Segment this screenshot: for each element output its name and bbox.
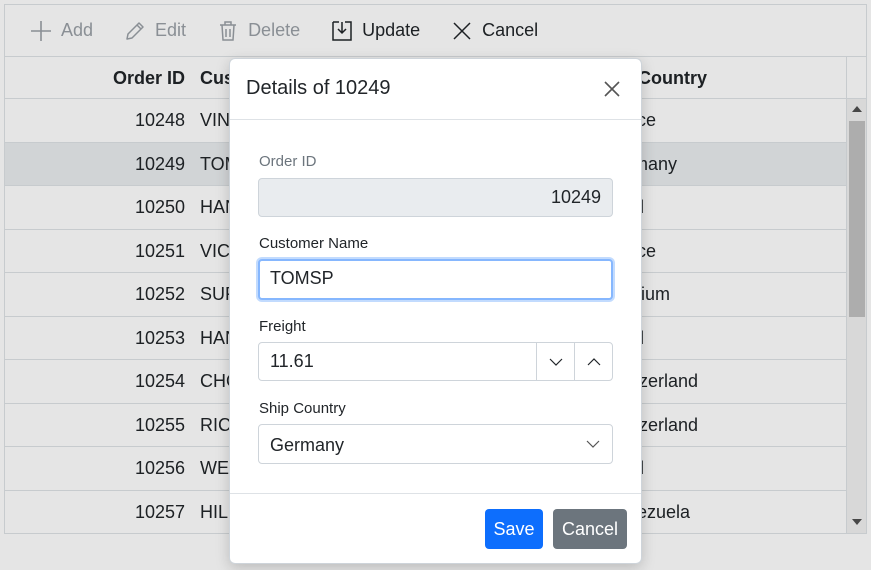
edit-dialog: Details of 10249 Order ID 10249 Customer… xyxy=(229,58,642,564)
order-id-field: 10249 xyxy=(258,178,613,217)
ship-country-label: Ship Country xyxy=(259,400,346,417)
ship-country-dropdown[interactable]: Germany xyxy=(258,424,613,464)
ship-country-value: Germany xyxy=(270,435,345,455)
freight-numeric-field[interactable]: 11.61 xyxy=(258,342,613,381)
chevron-up-icon xyxy=(587,357,600,365)
save-button[interactable]: Save xyxy=(485,509,543,549)
dialog-footer: Save Cancel xyxy=(230,493,641,563)
freight-label: Freight xyxy=(259,318,306,335)
cancel-button[interactable]: Cancel xyxy=(553,509,627,549)
freight-value: 11.61 xyxy=(270,351,314,371)
dialog-content: Order ID 10249 Customer Name TOMSP Freig… xyxy=(230,120,641,493)
chevron-down-icon xyxy=(586,440,600,448)
customer-name-label: Customer Name xyxy=(259,235,369,252)
order-id-label: Order ID xyxy=(259,153,317,170)
dialog-header: Details of 10249 xyxy=(230,59,641,120)
freight-increment-button[interactable] xyxy=(574,343,612,380)
close-icon[interactable] xyxy=(600,77,624,101)
customer-name-field[interactable]: TOMSP xyxy=(258,259,613,300)
chevron-down-icon xyxy=(549,358,562,366)
freight-decrement-button[interactable] xyxy=(536,343,574,380)
dialog-title: Details of 10249 xyxy=(246,77,391,99)
